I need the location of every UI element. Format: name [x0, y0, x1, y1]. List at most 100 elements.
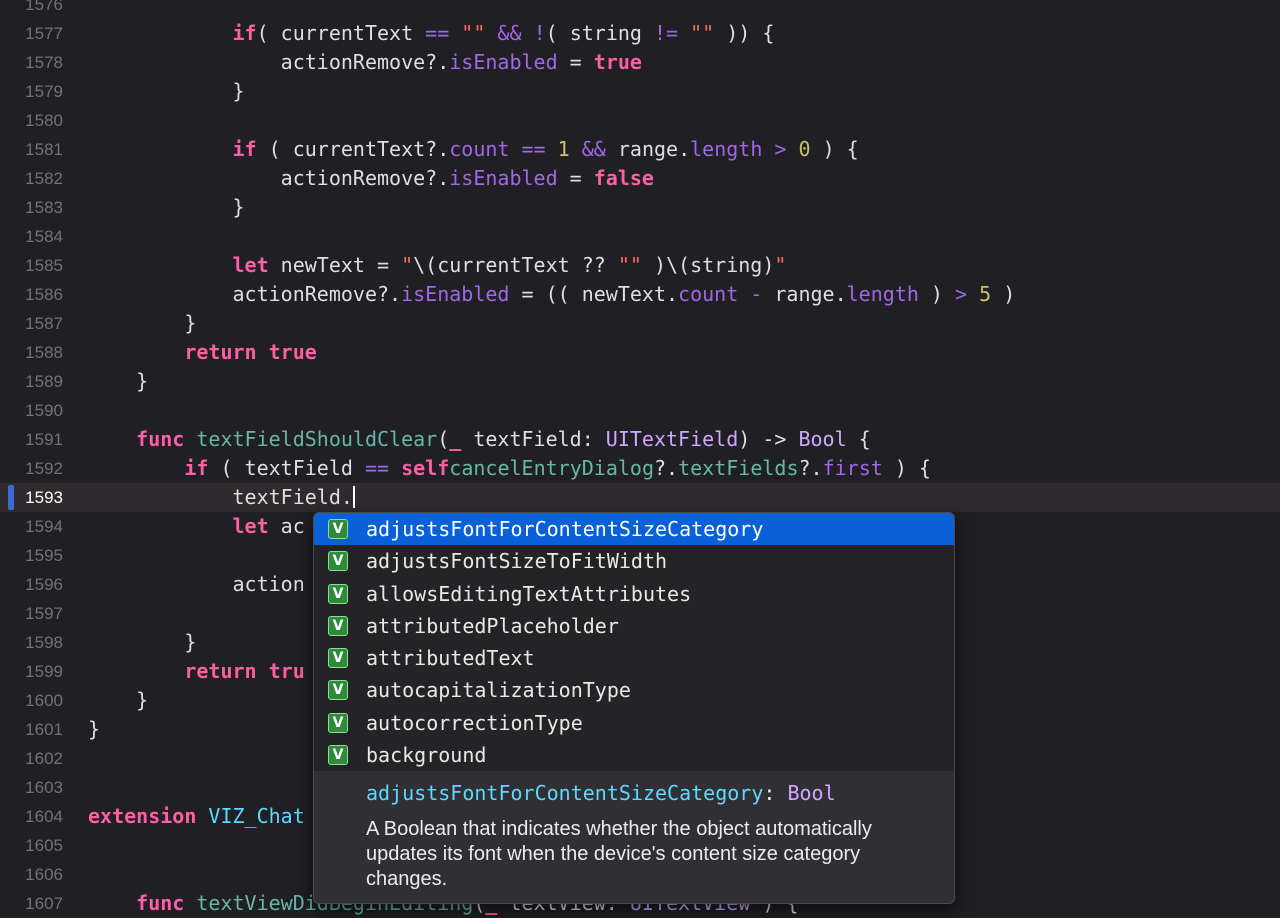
- code-token: action: [88, 572, 305, 596]
- line-number: 1598: [25, 633, 63, 652]
- code-line[interactable]: 1580: [0, 106, 1280, 135]
- completion-item[interactable]: VadjustsFontForContentSizeCategory: [314, 513, 954, 546]
- code-token: &&: [581, 137, 606, 161]
- code-token: textField.: [88, 485, 353, 509]
- completion-item[interactable]: VattributedPlaceholder: [314, 610, 954, 642]
- code-token: textFieldShouldClear: [196, 427, 438, 451]
- completion-item[interactable]: VattributedText: [314, 642, 954, 674]
- code-token: first: [822, 456, 883, 480]
- code-completion-popup[interactable]: VadjustsFontForContentSizeCategory Vadjus…: [313, 512, 955, 904]
- line-number: 1576: [25, 0, 63, 14]
- line-number: 1586: [25, 285, 63, 304]
- code-token: range.: [605, 137, 691, 161]
- completion-item-label: autocorrectionType: [366, 710, 583, 735]
- line-number: 1588: [25, 343, 63, 362]
- code-line[interactable]: 1586 actionRemove?.isEnabled = (( newTex…: [0, 280, 1280, 309]
- code-line[interactable]: 1578 actionRemove?.isEnabled = true: [0, 48, 1280, 77]
- code-token: actionRemove?.: [88, 282, 402, 306]
- code-token: Bool: [798, 427, 847, 451]
- code-line[interactable]: 1588 return true: [0, 338, 1280, 367]
- code-text: return tru: [88, 657, 304, 686]
- code-line[interactable]: 1590: [0, 396, 1280, 425]
- code-token: range.: [762, 282, 847, 306]
- code-line[interactable]: 1579 }: [0, 77, 1280, 106]
- code-token: ): [918, 282, 956, 306]
- line-number: 1607: [25, 894, 63, 913]
- code-text: if ( textField == selfcancelEntryDialog?…: [88, 454, 931, 483]
- code-token: ?.: [798, 456, 823, 480]
- code-token: ": [401, 253, 414, 277]
- code-line[interactable]: 1576: [0, 0, 1280, 19]
- code-line[interactable]: 1581 if ( currentText?.count == 1 && ran…: [0, 135, 1280, 164]
- completion-item[interactable]: VautocorrectionType: [314, 707, 954, 739]
- line-number: 1595: [25, 546, 63, 565]
- code-text: let ac: [88, 512, 305, 541]
- code-token: ): [991, 282, 1016, 306]
- code-line[interactable]: 1585 let newText = "\(currentText ?? "" …: [0, 251, 1280, 280]
- code-text: return true: [88, 338, 316, 367]
- code-token: }: [88, 717, 101, 741]
- code-token: ?.: [653, 456, 679, 480]
- code-token: self: [401, 456, 450, 480]
- line-number: 1584: [25, 227, 63, 246]
- code-token: textFields: [678, 456, 799, 480]
- completion-item[interactable]: VadjustsFontSizeToFitWidth: [314, 545, 954, 577]
- line-number: 1591: [25, 430, 63, 449]
- line-number: 1577: [25, 24, 63, 43]
- code-line[interactable]: 1591 func textFieldShouldClear(_ textFie…: [0, 425, 1280, 454]
- code-line[interactable]: 1583 }: [0, 193, 1280, 222]
- variable-kind-icon: V: [328, 551, 348, 572]
- completion-item-label: adjustsFontForContentSizeCategory: [366, 517, 764, 541]
- doc-symbol-type: Bool: [787, 781, 836, 805]
- code-text: }: [88, 309, 196, 338]
- code-token: VIZ_Chat: [208, 804, 305, 828]
- line-number: 1600: [25, 691, 63, 710]
- code-text: actionRemove?.isEnabled = (( newText.cou…: [88, 280, 1015, 309]
- completion-documentation: adjustsFontForContentSizeCategory: Bool …: [314, 771, 954, 903]
- code-token: length: [690, 137, 763, 161]
- code-token: textField:: [461, 427, 606, 451]
- code-line[interactable]: 1592 if ( textField == selfcancelEntryDi…: [0, 454, 1280, 483]
- code-text: func textFieldShouldClear(_ textField: U…: [88, 425, 871, 454]
- code-token: }: [88, 630, 197, 654]
- code-line[interactable]: 1582 actionRemove?.isEnabled = false: [0, 164, 1280, 193]
- doc-symbol-name: adjustsFontForContentSizeCategory: [366, 781, 764, 805]
- code-text: let newText = "\(currentText ?? "" )\(st…: [88, 251, 786, 280]
- code-token: = (( newText.: [509, 282, 679, 306]
- code-token: ac: [268, 514, 305, 538]
- code-line[interactable]: 1584: [0, 222, 1280, 251]
- completion-list[interactable]: VadjustsFontForContentSizeCategory Vadjus…: [314, 513, 954, 771]
- code-line[interactable]: 1589 }: [0, 367, 1280, 396]
- code-token: 5: [979, 282, 992, 306]
- line-number: 1606: [25, 865, 63, 884]
- code-token: 1: [557, 137, 570, 161]
- code-token: true: [593, 50, 642, 74]
- code-token: )\(string): [641, 253, 775, 277]
- code-text: textField.: [88, 483, 355, 512]
- code-token: length: [846, 282, 919, 306]
- code-token: >: [774, 137, 787, 161]
- variable-kind-icon: V: [328, 680, 348, 701]
- variable-kind-icon: V: [328, 615, 348, 636]
- code-line[interactable]: 1577 if( currentText == "" && !( string …: [0, 19, 1280, 48]
- code-token: let: [88, 253, 269, 277]
- code-token: \(currentText ??: [413, 253, 618, 277]
- completion-item[interactable]: VautocapitalizationType: [314, 674, 954, 706]
- completion-item[interactable]: VallowsEditingTextAttributes: [314, 578, 954, 610]
- code-line[interactable]: 1593 textField.: [0, 483, 1280, 512]
- completion-item[interactable]: Vbackground: [314, 739, 954, 771]
- code-line[interactable]: 1587 }: [0, 309, 1280, 338]
- variable-kind-icon: V: [328, 648, 348, 669]
- code-token: ( currentText?.: [256, 137, 450, 161]
- line-number: 1599: [25, 662, 63, 681]
- code-token: if: [88, 21, 257, 45]
- line-number: 1604: [25, 807, 63, 826]
- doc-description: A Boolean that indicates whether the obj…: [366, 818, 872, 890]
- code-token: ( textField: [208, 456, 365, 480]
- completion-item-label: allowsEditingTextAttributes: [366, 581, 692, 606]
